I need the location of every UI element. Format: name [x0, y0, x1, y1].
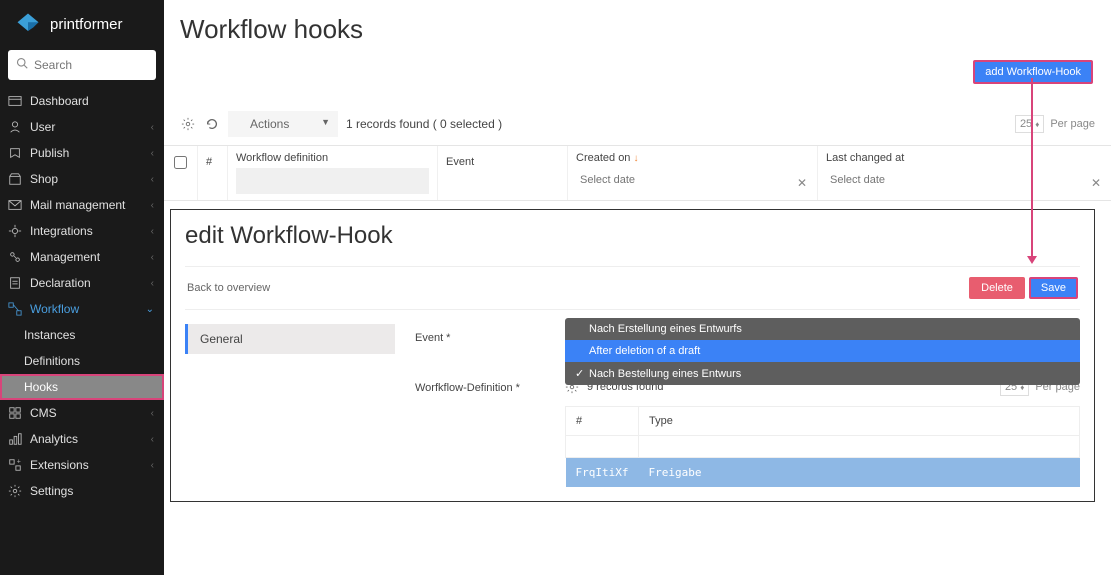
toolbar: Actions ▼ 1 records found ( 0 selected )… [164, 111, 1111, 137]
settings-icon[interactable] [180, 116, 196, 132]
gear-icon [8, 484, 22, 498]
sidebar-item-declaration[interactable]: Declaration ‹ [0, 270, 164, 296]
sidebar-sub-hooks[interactable]: Hooks [0, 374, 164, 400]
delete-button[interactable]: Delete [969, 277, 1025, 299]
changed-date-filter[interactable] [826, 168, 1103, 192]
user-icon [8, 120, 22, 134]
sidebar-item-shop[interactable]: Shop ‹ [0, 166, 164, 192]
chevron-left-icon: ‹ [151, 148, 154, 159]
sidebar-item-mail[interactable]: Mail management ‹ [0, 192, 164, 218]
svg-text:+: + [17, 458, 21, 465]
back-to-overview-link[interactable]: Back to overview [187, 282, 270, 294]
analytics-icon [8, 432, 22, 446]
event-option[interactable]: Nach Erstellung eines Entwurfs [565, 318, 1080, 340]
search-icon [16, 56, 28, 74]
caret-down-icon: ▼ [321, 117, 330, 127]
cms-icon [8, 406, 22, 420]
workflow-icon [8, 302, 22, 316]
chevron-left-icon: ‹ [151, 122, 154, 133]
brand-name: printformer [50, 16, 123, 33]
col-workflow-definition: Workflow definition [228, 146, 438, 200]
def-col-type: Type [638, 407, 1079, 436]
sidebar-item-dashboard[interactable]: Dashboard [0, 88, 164, 114]
sidebar-item-extensions[interactable]: +Extensions ‹ [0, 452, 164, 478]
workflow-definition-label: Worfkflow-Definition * [415, 382, 545, 394]
col-hash: # [198, 146, 228, 200]
event-option[interactable]: After deletion of a draft [565, 340, 1080, 362]
sidebar-item-settings[interactable]: Settings [0, 478, 164, 504]
mail-icon [8, 198, 22, 212]
sidebar: printformer Dashboard User ‹ Publish ‹ S… [0, 0, 164, 575]
brand-logo-icon [14, 10, 42, 38]
refresh-icon[interactable] [204, 116, 220, 132]
table-header: # Workflow definition Event Created on ↓… [164, 145, 1111, 201]
table-row[interactable]: FrqItiXf Freigabe [566, 458, 1080, 488]
chevron-left-icon: ‹ [151, 460, 154, 471]
created-date-filter[interactable] [576, 168, 809, 192]
definition-table: # Type FrqItiXf Freigabe [565, 406, 1080, 487]
actions-dropdown[interactable]: Actions ▼ [228, 111, 338, 137]
chevron-down-icon: ⌄ [146, 304, 154, 315]
search-input[interactable] [34, 58, 148, 72]
tab-general[interactable]: General [185, 324, 395, 354]
add-workflow-hook-button[interactable]: add Workflow-Hook [973, 60, 1093, 84]
col-event: Event [438, 146, 568, 200]
def-col-hash: # [566, 407, 639, 436]
publish-icon [8, 146, 22, 160]
col-last-changed: Last changed at ✕ [818, 146, 1111, 200]
chevron-left-icon: ‹ [151, 434, 154, 445]
sidebar-item-integrations[interactable]: Integrations ‹ [0, 218, 164, 244]
chevron-left-icon: ‹ [151, 174, 154, 185]
management-icon [8, 250, 22, 264]
per-page-label: Per page [1050, 118, 1095, 130]
annotation-arrow [1031, 78, 1033, 258]
event-option[interactable]: ✓Nach Bestellung eines Entwurs [565, 362, 1080, 385]
sidebar-item-workflow[interactable]: Workflow ⌄ [0, 296, 164, 322]
integrations-icon [8, 224, 22, 238]
clear-created-date-icon[interactable]: ✕ [797, 176, 807, 190]
main-content: Workflow hooks add Workflow-Hook Actions… [164, 0, 1111, 575]
sort-desc-icon[interactable]: ↓ [634, 153, 639, 164]
def-row-hash: FrqItiXf [566, 458, 639, 488]
extensions-icon: + [8, 458, 22, 472]
per-page-select[interactable]: 25 ♦ [1015, 115, 1044, 133]
chevron-left-icon: ‹ [151, 252, 154, 263]
edit-title: edit Workflow-Hook [185, 222, 1080, 250]
sidebar-sub-definitions[interactable]: Definitions [0, 348, 164, 374]
workflow-def-filter[interactable] [236, 168, 429, 194]
chevron-left-icon: ‹ [151, 200, 154, 211]
page-title: Workflow hooks [164, 0, 1111, 55]
records-count: 1 records found ( 0 selected ) [346, 117, 502, 131]
save-button[interactable]: Save [1029, 277, 1078, 299]
dashboard-icon [8, 94, 22, 108]
search-box[interactable] [8, 50, 156, 80]
sidebar-item-publish[interactable]: Publish ‹ [0, 140, 164, 166]
edit-panel: edit Workflow-Hook Back to overview Dele… [170, 209, 1095, 502]
sidebar-sub-instances[interactable]: Instances [0, 322, 164, 348]
declaration-icon [8, 276, 22, 290]
brand: printformer [0, 0, 164, 50]
chevron-left-icon: ‹ [151, 278, 154, 289]
col-created-on: Created on ↓ ✕ [568, 146, 818, 200]
sidebar-item-user[interactable]: User ‹ [0, 114, 164, 140]
event-dropdown[interactable]: Nach Erstellung eines Entwurfs After del… [565, 318, 1080, 385]
chevron-left-icon: ‹ [151, 226, 154, 237]
event-label: Event * [415, 332, 545, 344]
clear-changed-date-icon[interactable]: ✕ [1091, 176, 1101, 190]
def-row-type: Freigabe [638, 458, 1079, 488]
sidebar-item-management[interactable]: Management ‹ [0, 244, 164, 270]
check-icon: ✓ [575, 367, 585, 380]
select-all-checkbox[interactable] [174, 156, 187, 169]
chevron-left-icon: ‹ [151, 408, 154, 419]
sidebar-item-analytics[interactable]: Analytics ‹ [0, 426, 164, 452]
shop-icon [8, 172, 22, 186]
sidebar-item-cms[interactable]: CMS ‹ [0, 400, 164, 426]
